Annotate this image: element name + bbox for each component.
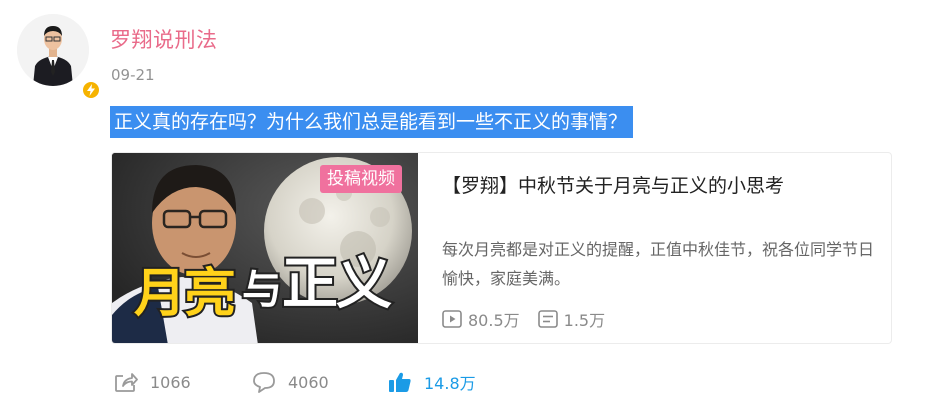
danmaku-icon bbox=[537, 310, 558, 328]
play-count-value: 80.5万 bbox=[468, 311, 520, 330]
svg-text:正义: 正义 bbox=[282, 252, 392, 317]
comment-button[interactable]: 4060 bbox=[252, 371, 388, 393]
like-button[interactable]: 14.8万 bbox=[388, 370, 476, 394]
like-count: 14.8万 bbox=[424, 374, 476, 393]
post-actions: 1066 4060 14.8万 bbox=[114, 370, 476, 394]
comment-icon bbox=[253, 372, 275, 393]
repost-button[interactable]: 1066 bbox=[114, 371, 252, 393]
danmaku-count: 1.5万 bbox=[537, 307, 606, 331]
post-time[interactable]: 09-21 bbox=[111, 66, 155, 84]
svg-text:与: 与 bbox=[242, 267, 282, 313]
video-description: 每次月亮都是对正义的提醒，正值中秋佳节，祝各位同学节日愉快，家庭美满。 bbox=[442, 240, 875, 288]
svg-text:月亮: 月亮 bbox=[134, 264, 234, 324]
repost-count: 1066 bbox=[150, 372, 191, 392]
lightning-badge-icon bbox=[81, 80, 101, 100]
repost-icon bbox=[115, 373, 138, 392]
video-badge: 投稿视频 bbox=[320, 165, 402, 193]
video-thumbnail[interactable]: 月亮 与 正义 投稿视频 bbox=[112, 153, 418, 343]
author-avatar[interactable] bbox=[17, 14, 101, 100]
video-card[interactable]: 月亮 与 正义 投稿视频 【罗翔】中秋节关于月亮与正义的小思考 每次月亮都是对正… bbox=[111, 152, 892, 344]
play-icon bbox=[442, 310, 462, 328]
danmaku-count-value: 1.5万 bbox=[563, 311, 606, 330]
avatar-image bbox=[17, 14, 89, 86]
thumbs-up-icon bbox=[389, 372, 411, 392]
weibo-post: 罗翔说刑法 09-21 正义真的存在吗？为什么我们总是能看到一些不正义的事情？ bbox=[0, 0, 944, 420]
video-stats: 80.5万 1.5万 bbox=[442, 307, 623, 331]
post-text: 正义真的存在吗？为什么我们总是能看到一些不正义的事情？ bbox=[110, 106, 634, 138]
play-count: 80.5万 bbox=[442, 307, 520, 331]
comment-count: 4060 bbox=[288, 372, 329, 392]
video-title[interactable]: 【罗翔】中秋节关于月亮与正义的小思考 bbox=[442, 171, 784, 198]
author-name[interactable]: 罗翔说刑法 bbox=[110, 24, 218, 54]
